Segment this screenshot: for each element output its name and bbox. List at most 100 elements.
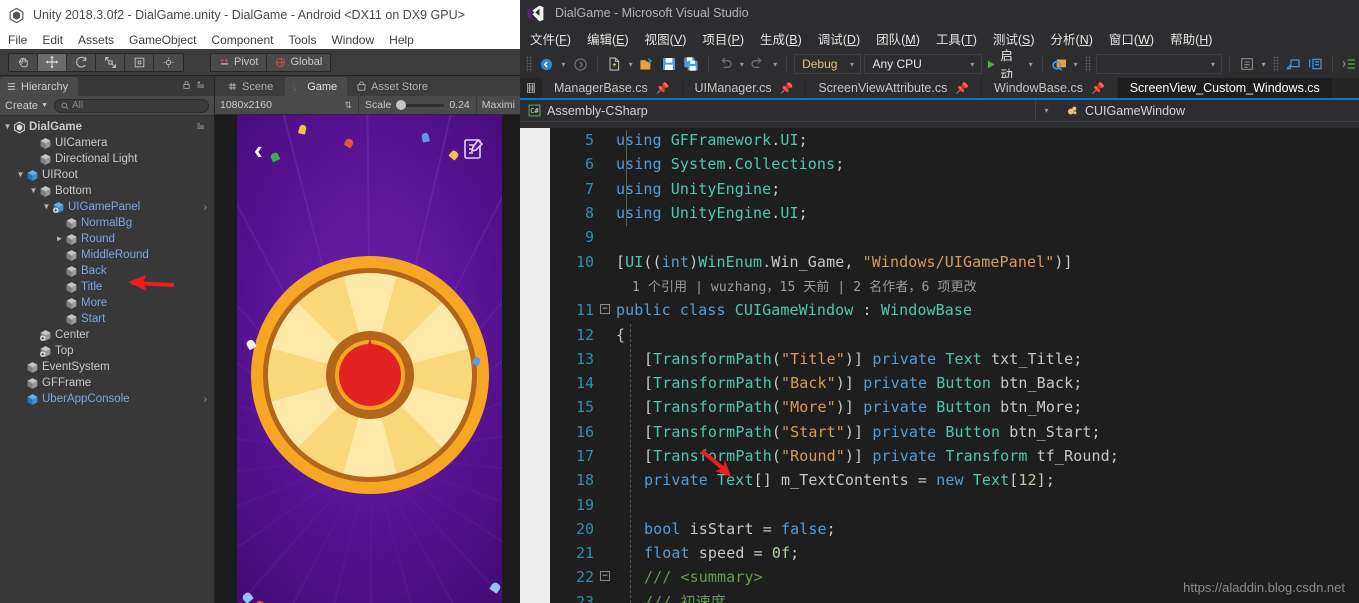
tab-game[interactable]: Game: [285, 77, 348, 96]
collapse-fold-icon[interactable]: −: [600, 304, 611, 315]
transform-tool-icon[interactable]: [154, 53, 183, 71]
vs-menu-b[interactable]: 生成(B): [756, 27, 806, 50]
move-tool-icon[interactable]: [38, 53, 67, 71]
code-lines[interactable]: 5 using GFFramework.UI; 6 using System.Coll…: [520, 128, 1359, 603]
hierarchy-item-back[interactable]: Back: [0, 263, 214, 279]
solution-explorer-icon[interactable]: [1237, 54, 1256, 75]
code-line[interactable]: 16 [TransformPath("Start")] private Butto…: [520, 420, 1359, 444]
code-line[interactable]: 19: [520, 492, 1359, 516]
code-line[interactable]: 10 [UI((int)WinEnum.Win_Game, "Windows/UI…: [520, 249, 1359, 273]
code-line[interactable]: 17 [TransformPath("Round")] private Trans…: [520, 444, 1359, 468]
redo-icon[interactable]: [749, 54, 768, 75]
uncomment-selection-icon[interactable]: [1306, 54, 1325, 75]
hierarchy-item-gfframe[interactable]: GFFrame: [0, 375, 214, 391]
wheel-hub-button[interactable]: [338, 344, 401, 406]
toolbar-grip[interactable]: [1084, 56, 1092, 72]
hierarchy-tab-icons[interactable]: [182, 80, 208, 90]
toolbar-grip[interactable]: [1272, 56, 1279, 72]
game-render-area[interactable]: ‹ Start: [237, 115, 502, 603]
vs-tab-screenview_custom_windows-cs[interactable]: ScreenView_Custom_Windows.cs: [1117, 78, 1333, 98]
resolution-dropdown[interactable]: 1080x2160 ⇅: [215, 96, 360, 114]
maximize-on-play-button[interactable]: Maximi: [477, 99, 520, 111]
collapse-fold-icon[interactable]: −: [600, 571, 611, 582]
chevron-down-icon[interactable]: ▾: [1259, 60, 1267, 69]
rotate-tool-icon[interactable]: [67, 53, 96, 71]
pin-icon[interactable]: 📌: [780, 82, 794, 95]
codelens-info[interactable]: 1 个引用 | wuzhang，15 天前 | 2 名作者，6 项更改: [632, 276, 977, 295]
unity-menu-assets[interactable]: Assets: [78, 33, 114, 47]
undo-icon[interactable]: [716, 54, 735, 75]
chevron-down-icon[interactable]: ▾: [1027, 60, 1035, 69]
hierarchy-item-uicamera[interactable]: UICamera: [0, 135, 214, 151]
hierarchy-item-middleround[interactable]: MiddleRound: [0, 247, 214, 263]
code-line[interactable]: 1 个引用 | wuzhang，15 天前 | 2 名作者，6 项更改: [520, 274, 1359, 298]
hierarchy-item-eventsystem[interactable]: EventSystem: [0, 359, 214, 375]
code-line[interactable]: 7 using UnityEngine;: [520, 177, 1359, 201]
collapse-triangle-icon[interactable]: ▼: [15, 167, 26, 183]
quick-launch-input[interactable]: ▾: [1096, 54, 1223, 74]
hierarchy-item-round[interactable]: ► Round: [0, 231, 214, 247]
code-line[interactable]: 14 [TransformPath("Back")] private Button…: [520, 371, 1359, 395]
tab-list-icon[interactable]: [520, 78, 542, 98]
rect-tool-icon[interactable]: [125, 53, 154, 71]
tab-hierarchy[interactable]: Hierarchy: [0, 77, 79, 96]
unity-menu-gameobject[interactable]: GameObject: [129, 33, 196, 47]
hierarchy-item-directional-light[interactable]: Directional Light: [0, 151, 214, 167]
scale-tool-icon[interactable]: [96, 53, 125, 71]
chevron-right-icon[interactable]: ›: [204, 202, 207, 213]
code-line[interactable]: 13 [TransformPath("Title")] private Text …: [520, 347, 1359, 371]
hierarchy-item-uiroot[interactable]: ▼ UIRoot: [0, 167, 214, 183]
vs-menu-p[interactable]: 项目(P): [698, 27, 748, 50]
vs-menu-bar[interactable]: 文件(F) 编辑(E) 视图(V) 项目(P) 生成(B) 调试(D) 团队(M) 工具(T)…: [520, 26, 1359, 50]
back-chevron-icon[interactable]: ‹: [254, 137, 263, 163]
project-dropdown-caret[interactable]: ▾: [1036, 100, 1057, 121]
save-icon[interactable]: [660, 54, 679, 75]
code-line[interactable]: 15 [TransformPath("More")] private Button…: [520, 395, 1359, 419]
code-line[interactable]: 8 using UnityEngine.UI;: [520, 201, 1359, 225]
code-line[interactable]: 20 bool isStart = false;: [520, 517, 1359, 541]
unity-menu-window[interactable]: Window: [331, 33, 374, 47]
vs-menu-t[interactable]: 工具(T): [932, 27, 981, 50]
pivot-toggle[interactable]: Pivot: [211, 53, 268, 71]
vs-tab-windowbase-cs[interactable]: WindowBase.cs 📌: [982, 78, 1118, 98]
tab-asset-store[interactable]: Asset Store: [349, 77, 438, 96]
unity-menu-help[interactable]: Help: [389, 33, 414, 47]
unity-menu-bar[interactable]: File Edit Assets GameObject Component To…: [0, 30, 520, 49]
chevron-right-icon[interactable]: ›: [204, 394, 207, 405]
code-line[interactable]: 9: [520, 225, 1359, 249]
vs-menu-f[interactable]: 文件(F): [526, 27, 575, 50]
hierarchy-item-uigamepanel[interactable]: ▼ UIGamePanel ›: [0, 199, 214, 215]
navigate-forward-icon[interactable]: [571, 54, 590, 75]
chevron-down-icon[interactable]: ▾: [627, 60, 635, 69]
find-in-files-icon[interactable]: [1050, 54, 1069, 75]
chevron-down-icon[interactable]: ▾: [1072, 60, 1080, 69]
toolbar-grip[interactable]: [526, 56, 533, 72]
vs-menu-v[interactable]: 视图(V): [641, 27, 691, 50]
global-toggle[interactable]: Global: [267, 53, 331, 71]
new-project-icon[interactable]: [605, 54, 624, 75]
unity-menu-edit[interactable]: Edit: [42, 33, 63, 47]
hierarchy-search-input[interactable]: All: [53, 98, 209, 113]
open-file-icon[interactable]: [638, 54, 657, 75]
collapse-triangle-icon[interactable]: ▼: [2, 119, 13, 135]
chevron-down-icon[interactable]: ▾: [771, 60, 779, 69]
vs-document-tabs[interactable]: ManagerBase.cs 📌 UIManager.cs 📌 ScreenViewAt…: [520, 78, 1359, 100]
collapse-triangle-icon[interactable]: ▼: [28, 183, 39, 199]
pin-icon[interactable]: 📌: [1091, 82, 1105, 95]
vs-tab-uimanager-cs[interactable]: UIManager.cs 📌: [682, 78, 807, 98]
solution-platform-dropdown[interactable]: Any CPU ▾: [864, 54, 982, 74]
chevron-down-icon[interactable]: ▾: [738, 60, 746, 69]
list-icon[interactable]: [461, 137, 485, 161]
unity-menu-component[interactable]: Component: [211, 33, 273, 47]
vs-menu-m[interactable]: 团队(M): [872, 27, 924, 50]
expand-triangle-icon[interactable]: ►: [54, 231, 65, 247]
scale-slider[interactable]: [396, 100, 445, 110]
hierarchy-item-top[interactable]: Top: [0, 343, 214, 359]
project-dropdown[interactable]: C# Assembly-CSharp: [520, 100, 1036, 121]
game-view-canvas[interactable]: ‹ Start: [215, 115, 520, 603]
chevron-down-icon[interactable]: ▾: [559, 60, 567, 69]
hierarchy-tree[interactable]: ▼ DialGame UICamera Directional Light ▼ UIRoo…: [0, 116, 214, 603]
scale-slider-group[interactable]: Scale 0.24: [359, 96, 477, 114]
vs-menu-e[interactable]: 编辑(E): [583, 27, 633, 50]
vs-tab-managerbase-cs[interactable]: ManagerBase.cs 📌: [542, 78, 683, 98]
